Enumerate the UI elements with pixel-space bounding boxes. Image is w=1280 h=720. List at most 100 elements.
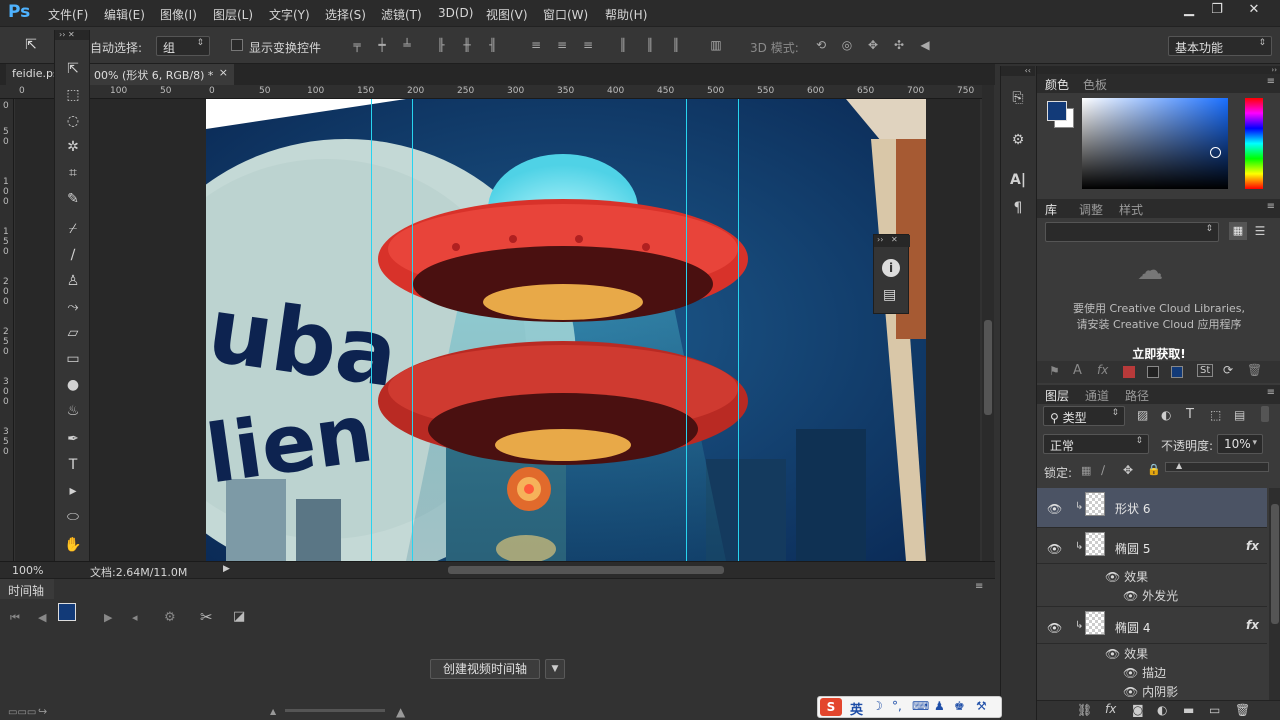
keyboard-icon[interactable]: ⌨	[912, 699, 929, 713]
distribute-right-icon[interactable]: ║	[669, 38, 683, 52]
trash-icon[interactable]: 🗑	[1247, 363, 1262, 377]
canvas-vertical-scrollbar[interactable]	[982, 85, 994, 561]
properties-icon[interactable]: ▤	[883, 287, 896, 303]
menu-layer[interactable]: 图层(L)	[213, 6, 253, 23]
status-menu-arrow-icon[interactable]: ▶	[223, 564, 230, 574]
fill-color-icon[interactable]	[1123, 366, 1135, 378]
sogou-logo-icon[interactable]: S	[820, 698, 842, 716]
menu-type[interactable]: 文字(Y)	[269, 6, 310, 23]
tab-color[interactable]: 颜色	[1045, 76, 1069, 93]
scissors-icon[interactable]: ✂	[200, 608, 213, 626]
timeline-zoom-slider[interactable]	[285, 709, 385, 712]
panel-menu-icon[interactable]: ≡	[1267, 76, 1275, 87]
new-group-icon[interactable]: ▬	[1183, 703, 1194, 717]
opacity-slider-handle[interactable]: ▲	[1176, 461, 1182, 470]
filter-adjustment-icon[interactable]: ◐	[1161, 408, 1171, 422]
align-top-icon[interactable]: ╤	[350, 38, 364, 52]
layer-row[interactable]: 👁 ↳ 形状 6	[1037, 488, 1267, 528]
close-window-button[interactable]: ✕	[1234, 0, 1274, 20]
tab-swatches[interactable]: 色板	[1083, 76, 1107, 93]
filter-smart-object-icon[interactable]: ▤	[1234, 408, 1245, 422]
add-mask-icon[interactable]: ◙	[1132, 703, 1144, 717]
ime-language-toggle[interactable]: 英	[850, 699, 863, 718]
3d-pan-icon[interactable]: ✥	[866, 38, 880, 52]
filter-toggle[interactable]	[1261, 406, 1269, 422]
menu-view[interactable]: 视图(V)	[486, 6, 528, 23]
settings-gear-icon[interactable]: ⚙	[164, 610, 176, 625]
document-tab-name[interactable]: feidie.ps	[6, 64, 59, 85]
tools-wrench-icon[interactable]: ⚒	[976, 699, 987, 713]
eyedropper-icon[interactable]: ✎	[60, 188, 86, 210]
healing-brush-icon[interactable]: ⌿	[60, 218, 86, 240]
menu-edit[interactable]: 编辑(E)	[104, 6, 145, 23]
actions-icon[interactable]: ⚙	[1006, 128, 1030, 152]
guide-line[interactable]	[738, 99, 739, 561]
restore-button[interactable]: ❐	[1200, 0, 1234, 20]
timeline-tab[interactable]: 时间轴	[0, 579, 54, 599]
type-tool-icon[interactable]: T	[60, 454, 86, 476]
hue-slider[interactable]	[1245, 98, 1263, 189]
grid-view-icon[interactable]: ▦	[1229, 222, 1247, 240]
menu-help[interactable]: 帮助(H)	[605, 6, 647, 23]
3d-roll-icon[interactable]: ◎	[840, 38, 854, 52]
color-field[interactable]	[1082, 98, 1228, 189]
document-canvas[interactable]: uba lien	[206, 99, 926, 561]
layers-scrollbar[interactable]	[1269, 488, 1280, 700]
half-width-icon[interactable]: ☽	[872, 699, 883, 713]
filter-pixel-icon[interactable]: ▨	[1137, 408, 1148, 422]
punctuation-icon[interactable]: °,	[892, 699, 902, 713]
effect-row[interactable]: 👁 描边	[1123, 664, 1166, 681]
layer-name[interactable]: 椭圆 4	[1115, 619, 1150, 636]
distribute-bottom-icon[interactable]: ≡	[581, 38, 595, 52]
lock-position-icon[interactable]: ✥	[1123, 463, 1133, 477]
magic-wand-icon[interactable]: ✲	[60, 136, 86, 158]
align-left-icon[interactable]: ╟	[434, 38, 448, 52]
eraser-tool-icon[interactable]: ▱	[60, 322, 86, 344]
fx-icon[interactable]: fx	[1246, 618, 1259, 632]
color-picker-cursor[interactable]	[1210, 147, 1221, 158]
dodge-tool-icon[interactable]: ♨	[60, 400, 86, 422]
menu-select[interactable]: 选择(S)	[325, 6, 366, 23]
paragraph-icon[interactable]: ¶	[1006, 196, 1030, 220]
foreground-icon[interactable]	[1171, 366, 1183, 378]
layer-style-icon[interactable]: fx	[1097, 363, 1108, 377]
stock-icon[interactable]: St	[1197, 364, 1214, 377]
scrollbar-thumb[interactable]	[1271, 504, 1279, 624]
layer-row[interactable]: 👁 ↳ 椭圆 5 fx	[1037, 528, 1267, 564]
zoom-out-icon[interactable]: ▲	[270, 707, 276, 716]
tab-paths[interactable]: 路径	[1125, 387, 1149, 404]
pen-tool-icon[interactable]: ✒	[60, 428, 86, 450]
layer-filter-dropdown[interactable]: ⚲ 类型 ⇕	[1043, 406, 1125, 426]
info-icon[interactable]: i	[882, 259, 900, 277]
effect-row[interactable]: 👁 内阴影	[1123, 683, 1178, 700]
color-foreground-swatch[interactable]	[1047, 101, 1067, 121]
delete-layer-icon[interactable]: 🗑	[1235, 703, 1250, 717]
menu-image[interactable]: 图像(I)	[160, 6, 197, 23]
panel-header[interactable]: ›› ✕	[874, 235, 910, 247]
3d-slide-icon[interactable]: ✣	[892, 38, 906, 52]
lock-pixels-icon[interactable]: ∕	[1101, 463, 1105, 477]
align-hcenter-icon[interactable]: ╫	[460, 38, 474, 52]
link-layers-icon[interactable]: ⛓	[1077, 703, 1092, 717]
auto-align-icon[interactable]: ▥	[709, 38, 723, 52]
tab-adjustments[interactable]: 调整	[1079, 201, 1103, 218]
layer-name[interactable]: 椭圆 5	[1115, 540, 1150, 557]
skin-icon[interactable]: ♚	[954, 699, 965, 713]
stroke-color-icon[interactable]	[1147, 366, 1159, 378]
menu-filter[interactable]: 滤镜(T)	[381, 6, 422, 23]
add-style-icon[interactable]: fx	[1105, 702, 1116, 716]
timeline-mode-dropdown-icon[interactable]: ▼	[545, 659, 565, 679]
filter-type-icon[interactable]: T	[1186, 407, 1194, 422]
visibility-eye-icon[interactable]: 👁	[1047, 621, 1062, 635]
tab-layers[interactable]: 图层	[1045, 387, 1069, 404]
layer-row[interactable]: 👁 ↳ 椭圆 4 fx	[1037, 606, 1267, 644]
blend-mode-dropdown[interactable]: 正常 ⇕	[1043, 434, 1149, 454]
move-tool-icon[interactable]: ⇱	[60, 58, 86, 80]
opacity-slider[interactable]: ▲	[1165, 461, 1269, 472]
dock-header[interactable]: ‹‹	[1001, 66, 1035, 76]
align-right-icon[interactable]: ╢	[486, 38, 500, 52]
workspace-dropdown[interactable]: 基本功能 ⇕	[1168, 36, 1272, 56]
render-icon[interactable]: ↪	[38, 705, 47, 718]
effect-eye-icon[interactable]: 👁	[1123, 685, 1138, 699]
brush-tool-icon[interactable]: ∕	[60, 244, 86, 266]
